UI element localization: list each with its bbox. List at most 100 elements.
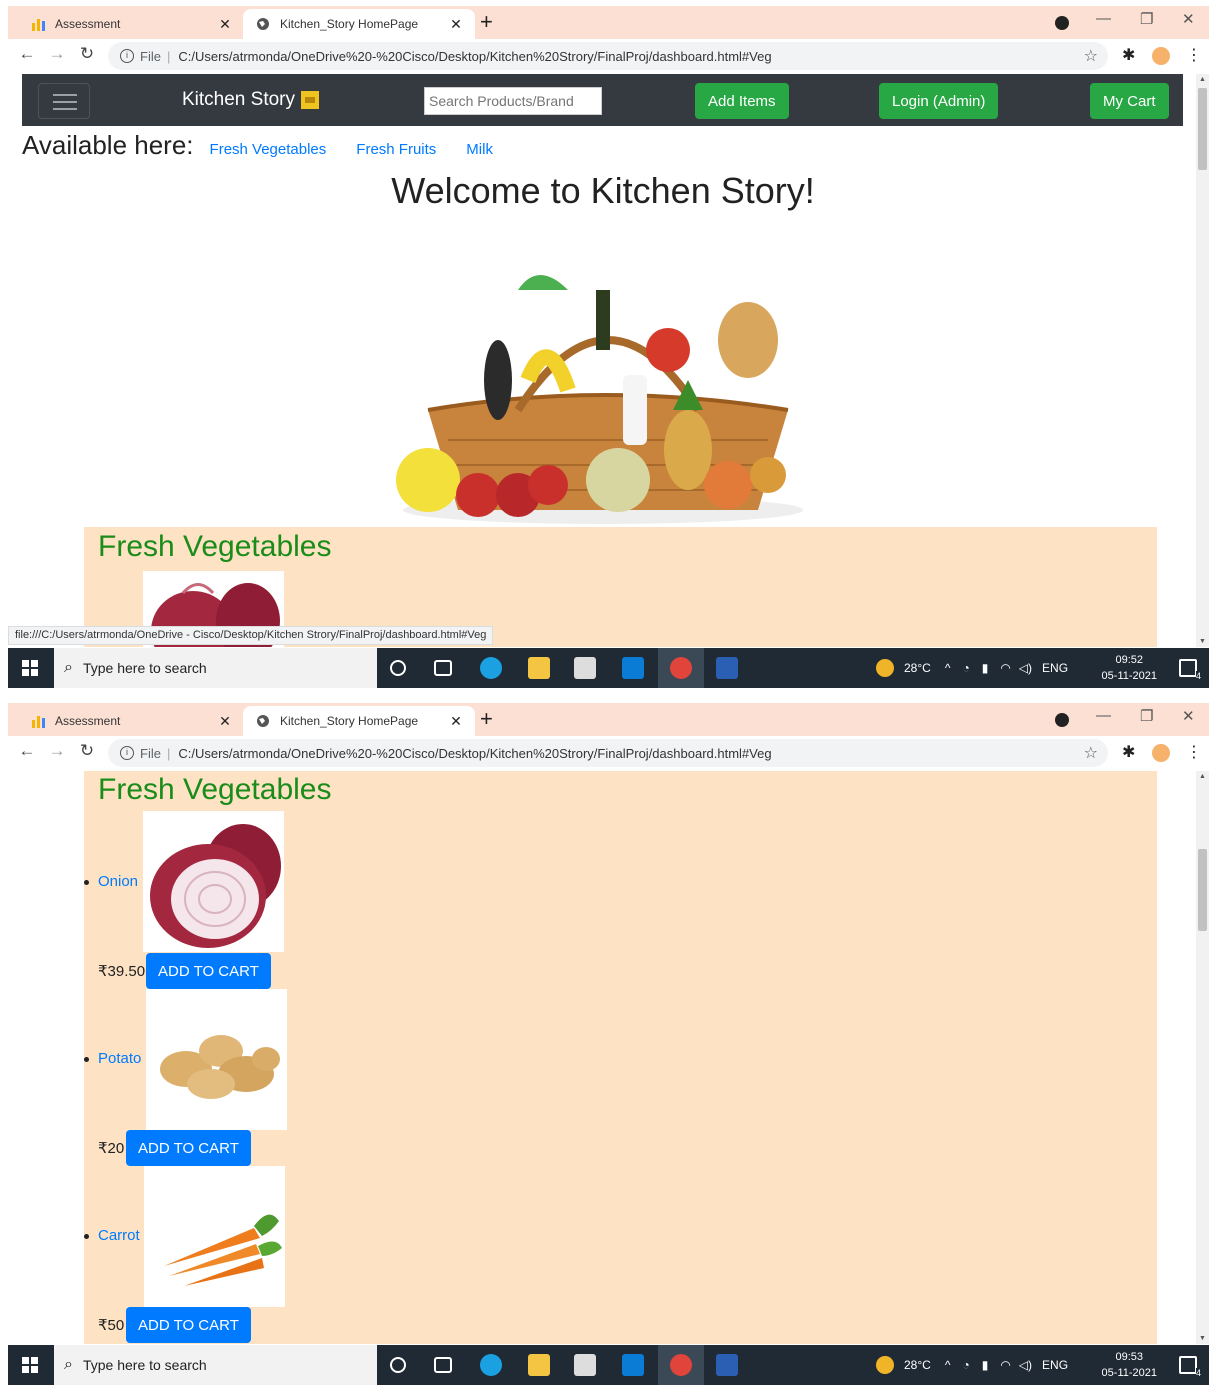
word-icon[interactable] — [716, 657, 738, 679]
hamburger-menu-button[interactable] — [38, 83, 90, 119]
login-admin-button[interactable]: Login (Admin) — [879, 83, 999, 119]
media-icon[interactable] — [1055, 713, 1069, 727]
chevron-up-icon[interactable]: ^ — [945, 661, 951, 675]
wifi-icon[interactable]: ◠ — [1000, 661, 1010, 675]
taskbar-search[interactable]: ⌕ Type here to search — [54, 1345, 377, 1385]
product-link-onion[interactable]: Onion — [98, 873, 138, 890]
reload-icon[interactable]: ↻ — [76, 44, 98, 64]
scroll-down-icon[interactable]: ▼ — [1199, 1335, 1206, 1342]
notification-icon[interactable]: 4 — [1179, 1356, 1201, 1378]
file-explorer-icon[interactable] — [528, 1354, 550, 1376]
word-icon[interactable] — [716, 1354, 738, 1376]
network-icon[interactable]: ◔ — [962, 661, 969, 675]
add-items-button[interactable]: Add Items — [695, 83, 789, 119]
chevron-up-icon[interactable]: ^ — [945, 1358, 951, 1372]
tab-kitchen-story[interactable]: Kitchen_Story HomePage ✕ — [243, 706, 475, 736]
close-window-icon[interactable]: ✕ — [1182, 10, 1195, 28]
close-icon[interactable]: ✕ — [216, 16, 234, 33]
info-icon[interactable]: i — [120, 746, 134, 760]
close-icon[interactable]: ✕ — [216, 713, 234, 730]
store-icon[interactable] — [574, 657, 596, 679]
scroll-up-icon[interactable]: ▲ — [1199, 76, 1206, 83]
notification-icon[interactable]: 4 — [1179, 659, 1201, 681]
tab-assessment[interactable]: Assessment ✕ — [18, 706, 244, 736]
volume-icon[interactable]: ◁) — [1019, 1358, 1032, 1372]
task-view-icon[interactable] — [434, 1357, 452, 1373]
add-to-cart-button[interactable]: ADD TO CART — [146, 953, 271, 989]
file-explorer-icon[interactable] — [528, 657, 550, 679]
edge-icon[interactable] — [480, 1354, 502, 1376]
star-icon[interactable]: ☆ — [1084, 46, 1098, 66]
mic-icon[interactable]: ▮ — [982, 1358, 989, 1372]
windows-start-icon[interactable] — [22, 660, 38, 676]
close-icon[interactable]: ✕ — [447, 713, 465, 730]
avatar[interactable] — [1152, 744, 1170, 762]
menu-icon[interactable]: ⋮ — [1186, 45, 1202, 65]
new-tab-button[interactable]: + — [480, 708, 493, 730]
add-to-cart-button[interactable]: ADD TO CART — [126, 1307, 251, 1343]
network-icon[interactable]: ◔ — [962, 1358, 969, 1372]
star-icon[interactable]: ☆ — [1084, 743, 1098, 763]
menu-icon[interactable]: ⋮ — [1186, 742, 1202, 762]
taskbar-search[interactable]: ⌕ Type here to search — [54, 648, 377, 688]
chrome-icon[interactable] — [670, 1354, 692, 1376]
scrollbar-thumb[interactable] — [1198, 88, 1207, 170]
taskbar-search-placeholder: Type here to search — [82, 1357, 207, 1373]
clock[interactable]: 09:53 05-11-2021 — [1102, 1349, 1157, 1381]
language-indicator[interactable]: ENG — [1042, 661, 1068, 675]
wifi-icon[interactable]: ◠ — [1000, 1358, 1010, 1372]
scroll-up-icon[interactable]: ▲ — [1199, 773, 1206, 780]
new-tab-button[interactable]: + — [480, 11, 493, 33]
tab-assessment[interactable]: Assessment ✕ — [18, 9, 244, 39]
restore-icon[interactable]: ❐ — [1140, 707, 1153, 725]
link-milk[interactable]: Milk — [466, 141, 493, 158]
minimize-icon[interactable]: — — [1096, 707, 1111, 724]
scrollbar[interactable]: ▲ ▼ — [1196, 771, 1209, 1344]
address-bar[interactable]: i File | C:/Users/atrmonda/OneDrive%20-%… — [108, 739, 1108, 767]
media-icon[interactable] — [1055, 16, 1069, 30]
cortana-icon[interactable] — [390, 1357, 406, 1373]
forward-icon[interactable]: → — [46, 44, 68, 64]
extensions-icon[interactable]: ✱ — [1122, 742, 1135, 762]
reload-icon[interactable]: ↻ — [76, 741, 98, 761]
back-icon[interactable]: ← — [16, 741, 38, 761]
minimize-icon[interactable]: — — [1096, 10, 1111, 27]
globe-icon — [255, 713, 271, 729]
brand[interactable]: Kitchen Story — [182, 89, 319, 111]
cortana-icon[interactable] — [390, 660, 406, 676]
chrome-icon[interactable] — [670, 657, 692, 679]
store-icon[interactable] — [574, 1354, 596, 1376]
close-window-icon[interactable]: ✕ — [1182, 707, 1195, 725]
mail-icon[interactable] — [622, 657, 644, 679]
back-icon[interactable]: ← — [16, 44, 38, 64]
weather-temp[interactable]: 28°C — [904, 1358, 931, 1372]
scrollbar-thumb[interactable] — [1198, 849, 1207, 931]
mic-icon[interactable]: ▮ — [982, 661, 989, 675]
address-bar[interactable]: i File | C:/Users/atrmonda/OneDrive%20-%… — [108, 42, 1108, 70]
info-icon[interactable]: i — [120, 49, 134, 63]
product-link-potato[interactable]: Potato — [98, 1050, 141, 1067]
add-to-cart-button[interactable]: ADD TO CART — [126, 1130, 251, 1166]
search-input[interactable] — [424, 87, 602, 115]
product-link-carrot[interactable]: Carrot — [98, 1227, 140, 1244]
scrollbar[interactable]: ▲ ▼ — [1196, 74, 1209, 647]
link-fresh-vegetables[interactable]: Fresh Vegetables — [210, 141, 327, 158]
forward-icon[interactable]: → — [46, 741, 68, 761]
scroll-down-icon[interactable]: ▼ — [1199, 638, 1206, 645]
link-fresh-fruits[interactable]: Fresh Fruits — [356, 141, 436, 158]
address-toolbar: ← → ↻ i File | C:/Users/atrmonda/OneDriv… — [8, 39, 1209, 73]
mail-icon[interactable] — [622, 1354, 644, 1376]
restore-icon[interactable]: ❐ — [1140, 10, 1153, 28]
weather-temp[interactable]: 28°C — [904, 661, 931, 675]
task-view-icon[interactable] — [434, 660, 452, 676]
avatar[interactable] — [1152, 47, 1170, 65]
clock[interactable]: 09:52 05-11-2021 — [1102, 652, 1157, 684]
my-cart-button[interactable]: My Cart — [1090, 83, 1169, 119]
extensions-icon[interactable]: ✱ — [1122, 45, 1135, 65]
tab-kitchen-story[interactable]: Kitchen_Story HomePage ✕ — [243, 9, 475, 39]
language-indicator[interactable]: ENG — [1042, 1358, 1068, 1372]
volume-icon[interactable]: ◁) — [1019, 661, 1032, 675]
edge-icon[interactable] — [480, 657, 502, 679]
close-icon[interactable]: ✕ — [447, 16, 465, 33]
windows-start-icon[interactable] — [22, 1357, 38, 1373]
